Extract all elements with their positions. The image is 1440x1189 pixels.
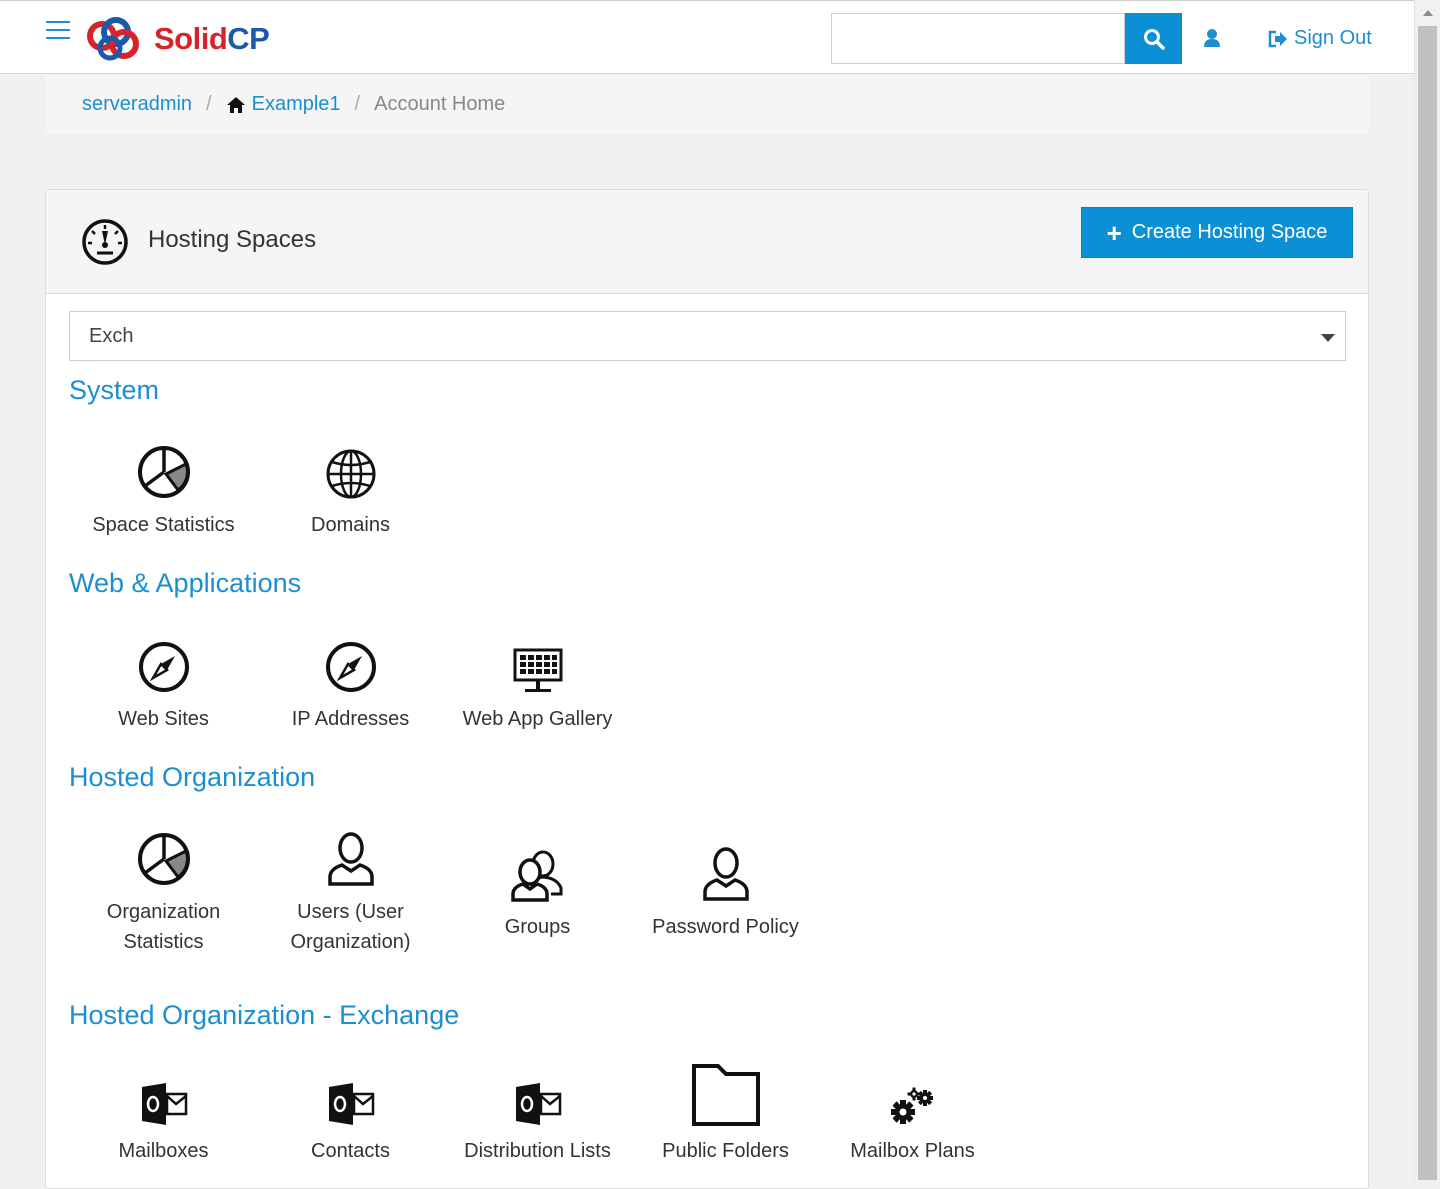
breadcrumb-customer-link[interactable]: Example1 — [226, 93, 341, 116]
tile-label: Public Folders — [662, 1140, 789, 1162]
breadcrumb-separator: / — [354, 93, 361, 115]
tile-label: Users (User Organization) — [257, 897, 444, 957]
tile-label-line: Organization) — [290, 931, 411, 953]
tile-mailbox-plans[interactable]: Mailbox Plans — [819, 1066, 1006, 1166]
tile-public-folders[interactable]: Public Folders — [632, 1064, 819, 1166]
tile-ip-addresses[interactable]: IP Addresses — [257, 634, 444, 734]
tile-password-policy[interactable]: Password Policy — [632, 842, 819, 942]
logo-text-solid: Solid — [154, 20, 228, 56]
users-group-icon — [510, 850, 562, 902]
tile-label-line: Users (User — [297, 901, 404, 923]
tile-web-app-gallery[interactable]: Web App Gallery — [444, 634, 631, 734]
outlook-icon — [141, 1083, 187, 1125]
search-button[interactable] — [1125, 13, 1182, 64]
tile-label: Organization Statistics — [70, 897, 257, 957]
tile-label-line: Organization — [106, 901, 221, 923]
user-profile-icon[interactable] — [1200, 26, 1224, 50]
vertical-scrollbar[interactable] — [1414, 0, 1440, 1180]
tile-label-line: Statistics — [123, 931, 204, 953]
chevron-down-icon — [1321, 334, 1335, 342]
top-navbar: SolidCP Sign Out — [0, 0, 1414, 74]
breadcrumb-customer-label: Example1 — [251, 93, 341, 115]
user-icon — [327, 832, 374, 886]
sign-out-label: Sign Out — [1294, 27, 1372, 49]
globe-icon — [326, 449, 375, 499]
create-hosting-space-label: Create Hosting Space — [1131, 221, 1328, 243]
tile-label: Mailboxes — [118, 1140, 209, 1162]
breadcrumb-separator: / — [206, 93, 212, 115]
scroll-up-arrow-icon[interactable] — [1423, 10, 1433, 16]
tile-label: Password Policy — [652, 916, 799, 938]
tile-groups[interactable]: Groups — [444, 842, 631, 942]
hosting-space-select[interactable]: Exch — [69, 311, 1346, 361]
section-title-hosted-organization: Hosted Organization — [69, 762, 316, 792]
breadcrumb: serveradmin / Example1 / Account Home — [45, 75, 1369, 134]
logo-rings-icon — [87, 17, 139, 61]
tile-users[interactable]: Users (User Organization) — [257, 827, 444, 957]
folder-icon — [691, 1064, 760, 1126]
speedometer-icon — [80, 217, 130, 272]
tile-domains[interactable]: Domains — [257, 440, 444, 540]
tile-label: Mailbox Plans — [850, 1140, 975, 1162]
tile-label: Web App Gallery — [462, 708, 613, 730]
tile-mailboxes[interactable]: Mailboxes — [70, 1066, 257, 1166]
tile-contacts[interactable]: Contacts — [257, 1066, 444, 1166]
panel-title: Hosting Spaces — [148, 226, 317, 253]
tile-label: Contacts — [311, 1140, 390, 1162]
plus-icon: + — [1106, 217, 1122, 248]
tile-label: Distribution Lists — [464, 1140, 611, 1162]
tile-label: IP Addresses — [291, 708, 410, 730]
section-title-web-applications: Web & Applications — [69, 568, 302, 598]
tile-label: Domains — [311, 514, 390, 536]
menu-toggle-icon[interactable] — [46, 21, 70, 39]
selected-space-value: Exch — [89, 324, 134, 347]
tile-space-statistics[interactable]: Space Statistics — [70, 440, 257, 540]
home-icon — [226, 96, 245, 113]
gears-icon — [890, 1087, 933, 1124]
tile-label: Groups — [504, 916, 571, 938]
user-icon — [702, 847, 749, 901]
breadcrumb-user-link[interactable]: serveradmin — [82, 93, 192, 116]
sign-out-link[interactable]: Sign Out — [1268, 27, 1372, 50]
pie-chart-icon — [137, 446, 190, 498]
panel-heading: Hosting Spaces + Create Hosting Space — [46, 190, 1368, 294]
tile-label: Web Sites — [118, 708, 209, 730]
monitor-grid-icon — [513, 648, 562, 692]
search-icon — [1143, 28, 1165, 50]
solidcp-logo[interactable]: SolidCP — [86, 13, 270, 63]
hosting-spaces-panel: Hosting Spaces + Create Hosting Space Ex… — [45, 189, 1369, 1189]
section-title-exchange: Hosted Organization - Exchange — [69, 1000, 460, 1030]
compass-icon — [325, 642, 376, 692]
compass-icon — [138, 642, 189, 692]
tile-web-sites[interactable]: Web Sites — [70, 634, 257, 734]
outlook-icon — [515, 1083, 561, 1125]
breadcrumb-current: Account Home — [374, 93, 506, 115]
sign-out-icon — [1268, 30, 1287, 47]
search-input[interactable] — [831, 13, 1125, 64]
outlook-icon — [328, 1083, 374, 1125]
tile-label: Space Statistics — [92, 514, 235, 536]
logo-text-cp: CP — [227, 20, 270, 56]
scrollbar-thumb[interactable] — [1418, 26, 1437, 1180]
pie-chart-icon — [137, 833, 190, 885]
tile-organization-statistics[interactable]: Organization Statistics — [70, 827, 257, 957]
create-hosting-space-button[interactable]: + Create Hosting Space — [1081, 207, 1353, 258]
section-title-system: System — [69, 375, 160, 405]
tile-distribution-lists[interactable]: Distribution Lists — [444, 1066, 631, 1166]
